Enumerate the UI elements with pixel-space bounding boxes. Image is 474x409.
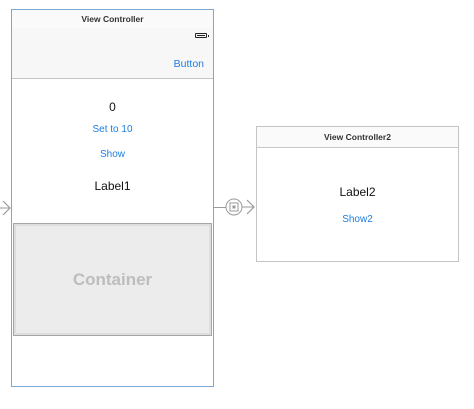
segue-icon[interactable]: [224, 196, 256, 218]
container-label: Container: [72, 269, 153, 289]
label2: Label2: [339, 185, 376, 199]
set-to-10-button[interactable]: Set to 10: [12, 124, 213, 135]
storyboard-canvas: View Controller Button 0 Set to 10 Show …: [0, 0, 474, 409]
value-label: 0: [109, 100, 116, 114]
nav-bar-button[interactable]: Button: [174, 58, 204, 70]
battery-icon: [195, 33, 209, 38]
label1: Label1: [94, 179, 131, 193]
container-view[interactable]: Container: [13, 223, 212, 336]
scene-title: View Controller: [12, 10, 213, 29]
show-button[interactable]: Show: [12, 149, 213, 160]
navigation-bar[interactable]: Button: [12, 28, 213, 79]
scene-title: View Controller2: [257, 127, 458, 148]
show2-button[interactable]: Show2: [257, 214, 458, 225]
view-controller2-scene[interactable]: View Controller2 Label2 Show2: [256, 126, 459, 262]
view-controller-scene[interactable]: View Controller Button 0 Set to 10 Show …: [11, 9, 214, 387]
